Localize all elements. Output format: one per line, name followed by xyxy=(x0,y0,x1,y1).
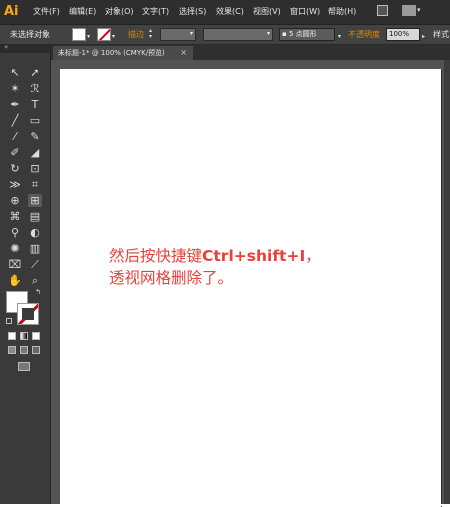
free-transform-tool-icon[interactable]: ⌗ xyxy=(28,178,42,191)
bridge-icon[interactable] xyxy=(377,5,388,16)
width-tool-icon[interactable]: ≫ xyxy=(8,178,22,191)
gradient-mode-icon[interactable] xyxy=(20,332,28,340)
annotation-punct: ， xyxy=(305,247,321,265)
menu-view[interactable]: 视图(V) xyxy=(253,6,281,18)
document-tab[interactable]: 未标题-1* @ 100% (CMYK/预览) × xyxy=(53,46,193,60)
stroke-none-swatch[interactable] xyxy=(97,28,111,41)
stroke-dropdown-icon[interactable]: ▾ xyxy=(112,31,115,42)
none-mode-icon[interactable] xyxy=(32,332,40,340)
menu-effect[interactable]: 效果(C) xyxy=(216,6,244,18)
instruction-annotation: 然后按快捷键Ctrl+shift+I， 透视网格删除了。 xyxy=(109,245,321,289)
mesh-tool-icon[interactable]: ⌘ xyxy=(8,210,22,223)
opacity-field[interactable]: 100% xyxy=(386,28,420,41)
column-graph-tool-icon[interactable]: ▥ xyxy=(28,242,42,255)
slice-tool-icon[interactable]: ⟋ xyxy=(28,258,42,271)
paintbrush-tool-icon[interactable]: ⁄ xyxy=(8,130,22,143)
menu-object[interactable]: 对象(O) xyxy=(105,6,134,18)
draw-inside-icon[interactable] xyxy=(32,346,40,354)
shortcut-text: Ctrl+shift+I xyxy=(202,247,306,265)
swap-colors-icon[interactable]: ↰ xyxy=(31,286,45,299)
selection-status: 未选择对象 xyxy=(10,30,50,39)
pen-tool-icon[interactable]: ✒ xyxy=(8,98,22,111)
collapse-icon[interactable]: « xyxy=(4,43,8,51)
blend-tool-icon[interactable]: ◐ xyxy=(28,226,42,239)
draw-behind-icon[interactable] xyxy=(20,346,28,354)
selection-tool-icon[interactable]: ↖ xyxy=(8,66,22,79)
menu-window[interactable]: 窗口(W) xyxy=(290,6,320,18)
vertical-scrollbar[interactable] xyxy=(444,60,450,504)
style-label[interactable]: 样式 xyxy=(433,29,449,40)
document-tab-title: 未标题-1* @ 100% (CMYK/预览) xyxy=(58,49,165,57)
screen-mode-icon[interactable] xyxy=(18,362,30,371)
document-tab-bar: 未标题-1* @ 100% (CMYK/预览) × xyxy=(51,45,450,60)
gradient-tool-icon[interactable]: ▤ xyxy=(28,210,42,223)
symbol-sprayer-tool-icon[interactable]: ✺ xyxy=(8,242,22,255)
menu-bar: Ai 文件(F) 编辑(E) 对象(O) 文字(T) 选择(S) 效果(C) 视… xyxy=(0,0,450,25)
rotate-tool-icon[interactable]: ↻ xyxy=(8,162,22,175)
tools-panel: « ↖ ➚ ✶ ℛ ✒ T ╱ ▭ ⁄ ✎ ✐ ◢ ↻ ⊡ ≫ ⌗ ⊕ ⊞ ⌘ … xyxy=(0,43,51,504)
menu-file[interactable]: 文件(F) xyxy=(33,6,60,18)
menu-edit[interactable]: 编辑(E) xyxy=(69,6,96,18)
menu-type[interactable]: 文字(T) xyxy=(142,6,169,18)
draw-normal-icon[interactable] xyxy=(8,346,16,354)
artboard-tool-icon[interactable]: ⌧ xyxy=(8,258,22,271)
rectangle-tool-icon[interactable]: ▭ xyxy=(28,114,42,127)
default-colors-icon[interactable] xyxy=(6,318,12,324)
shape-builder-tool-icon[interactable]: ⊕ xyxy=(8,194,22,207)
direct-selection-tool-icon[interactable]: ➚ xyxy=(28,66,42,79)
perspective-grid-tool-icon[interactable]: ⊞ xyxy=(28,194,42,207)
lasso-tool-icon[interactable]: ℛ xyxy=(28,82,42,95)
annotation-line-1: 然后按快捷键Ctrl+shift+I， xyxy=(109,245,321,267)
brush-dropdown-icon[interactable]: ▾ xyxy=(338,31,341,42)
magic-wand-tool-icon[interactable]: ✶ xyxy=(8,82,22,95)
opacity-label[interactable]: 不透明度 xyxy=(348,29,380,40)
hand-tool-icon[interactable]: ✋ xyxy=(8,274,22,287)
type-tool-icon[interactable]: T xyxy=(28,98,42,111)
blob-brush-tool-icon[interactable]: ✐ xyxy=(8,146,22,159)
eraser-tool-icon[interactable]: ◢ xyxy=(28,146,42,159)
brush-definition-value: 5 点圆形 xyxy=(288,30,317,38)
pencil-tool-icon[interactable]: ✎ xyxy=(28,130,42,143)
variable-width-profile[interactable]: ▾ xyxy=(203,28,273,41)
menu-help[interactable]: 帮助(H) xyxy=(328,6,356,18)
fill-color-swatch[interactable] xyxy=(72,28,86,41)
eyedropper-tool-icon[interactable]: ⚲ xyxy=(8,226,22,239)
tools-panel-header[interactable]: « xyxy=(0,43,50,53)
app-logo: Ai xyxy=(4,4,19,19)
stroke-weight-stepper[interactable]: ▴ ▾ xyxy=(149,28,157,41)
arrange-documents-icon[interactable] xyxy=(402,5,416,16)
scale-tool-icon[interactable]: ⊡ xyxy=(28,162,42,175)
annotation-line-2: 透视网格删除了。 xyxy=(109,269,234,287)
menu-select[interactable]: 选择(S) xyxy=(179,6,206,18)
stroke-box-inner xyxy=(22,308,34,320)
annotation-prefix: 然后按快捷键 xyxy=(109,247,203,265)
brush-definition-dropdown[interactable]: ▪ 5 点圆形 xyxy=(279,28,335,41)
control-bar: 未选择对象 ▾ ▾ 描边 ▴ ▾ ▾ ▾ ▪ 5 点圆形 ▾ 不透明度 100% … xyxy=(0,25,450,45)
stroke-label[interactable]: 描边 xyxy=(128,29,144,40)
line-tool-icon[interactable]: ╱ xyxy=(8,114,22,127)
opacity-dropdown-icon[interactable]: ▸ xyxy=(422,31,425,42)
color-mode-icon[interactable] xyxy=(8,332,16,340)
stroke-weight-field[interactable]: ▾ xyxy=(160,28,196,41)
close-icon[interactable]: × xyxy=(180,47,187,58)
chevron-down-icon[interactable]: ▾ xyxy=(417,6,421,14)
fill-dropdown-icon[interactable]: ▾ xyxy=(87,31,90,42)
